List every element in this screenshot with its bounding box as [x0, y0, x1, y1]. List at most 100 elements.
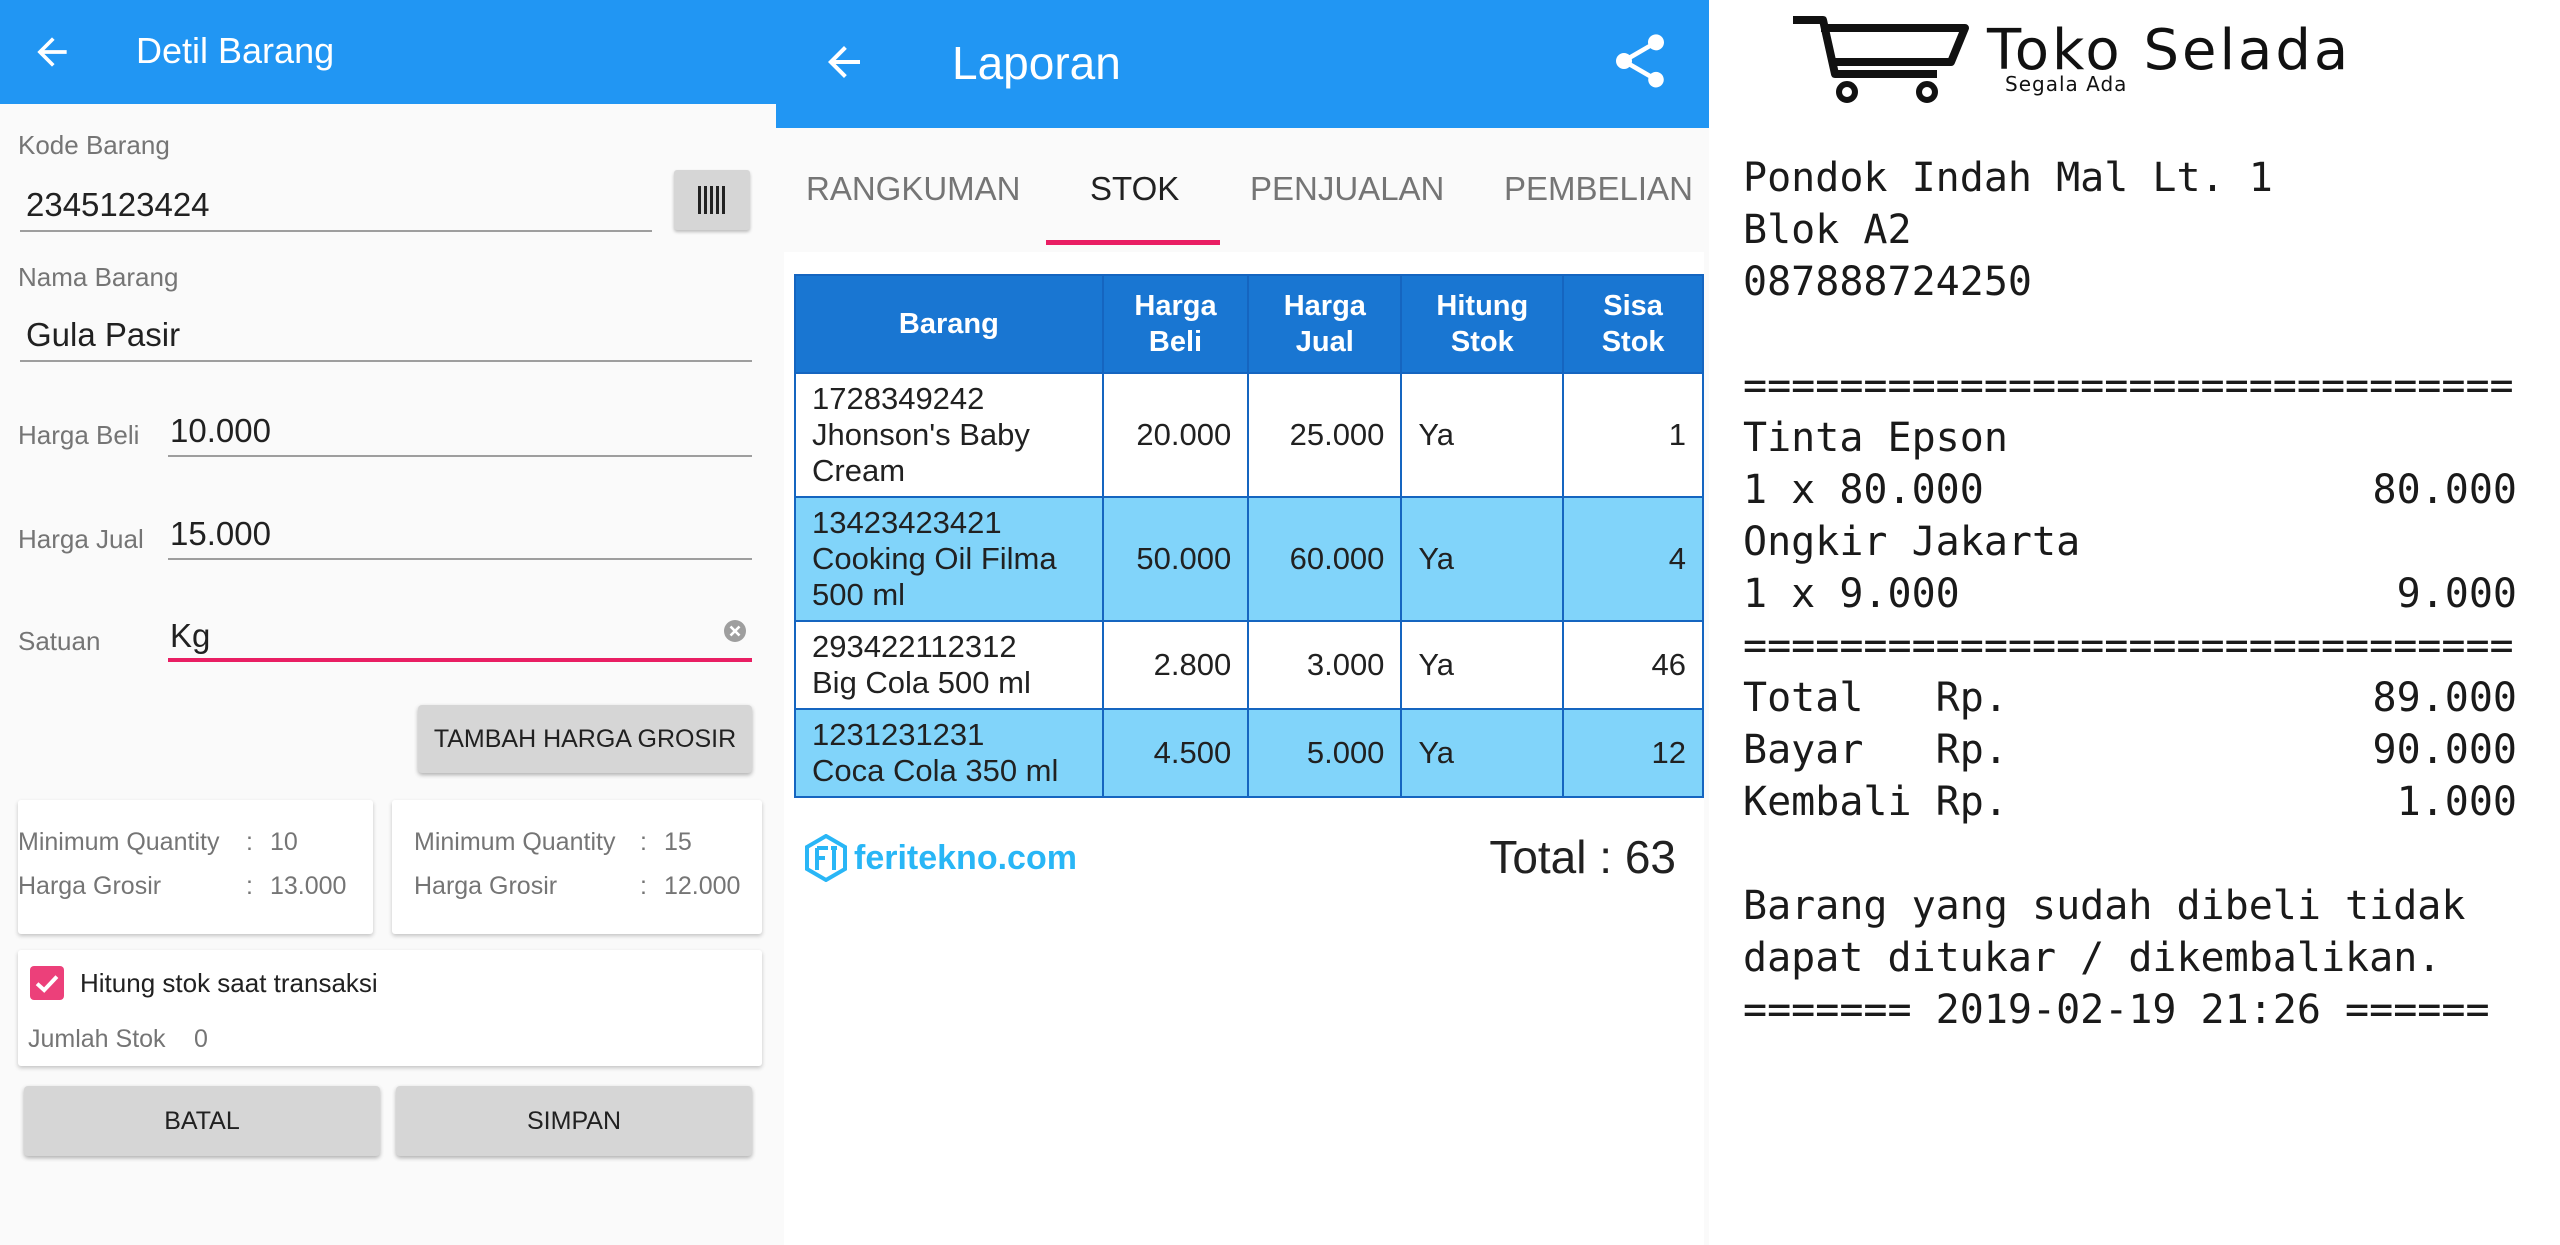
tab-pembelian[interactable]: PEMBELIAN	[1504, 170, 1693, 208]
feritekno-logo-icon	[805, 834, 847, 882]
grosir-harga-value: 12.000	[664, 872, 741, 900]
receipt-line-amount: 80.000	[2372, 467, 2518, 513]
header-text: Beli	[1148, 326, 1203, 358]
hitung-stok-checkbox[interactable]	[30, 966, 64, 1000]
receipt-line-amount: 89.000	[2372, 675, 2518, 721]
receipt-line: Blok A2	[1743, 204, 2517, 256]
item-name: Jhonson's Baby	[812, 417, 1030, 452]
tambah-harga-grosir-button[interactable]: TAMBAH HARGA GROSIR	[418, 705, 752, 773]
kode-barang-input[interactable]: 2345123424	[26, 186, 210, 224]
tab-stok[interactable]: STOK	[1090, 170, 1179, 208]
page-title: Detil Barang	[136, 30, 335, 71]
receipt-line: Bayar Rp. 90.000	[1743, 724, 2517, 776]
harga-jual-underline	[168, 558, 752, 560]
cell-harga-jual: 3.000	[1247, 620, 1403, 710]
receipt-line: dapat ditukar / dikembalikan.	[1743, 932, 2517, 984]
share-icon[interactable]	[1608, 26, 1672, 96]
simpan-button[interactable]: SIMPAN	[396, 1086, 752, 1156]
batal-button[interactable]: BATAL	[24, 1086, 380, 1156]
cell-barang: 1231231231 Coca Cola 350 ml	[794, 708, 1104, 798]
grosir-min-qty-row: Minimum Quantity : 10	[18, 828, 373, 858]
receipt-line: Pondok Indah Mal Lt. 1	[1743, 152, 2517, 204]
col-header-sisa-stok: Sisa Stok	[1562, 274, 1704, 374]
item-name: Big Cola 500 ml	[812, 665, 1031, 700]
hitung-stok-label[interactable]: Hitung stok saat transaksi	[80, 968, 378, 999]
barcode-icon	[698, 186, 725, 214]
table-header-row: Barang Harga Beli Harga Jual Hitung Stok Si…	[794, 274, 1704, 374]
arrow-back-icon[interactable]	[820, 36, 868, 88]
col-header-hitung-stok: Hitung Stok	[1400, 274, 1565, 374]
table-row[interactable]: 1231231231 Coca Cola 350 ml 4.500 5.000 Y…	[794, 708, 1704, 798]
receipt-line-text: dapat ditukar / dikembalikan.	[1743, 935, 2442, 981]
header-text: Stok	[1601, 326, 1665, 358]
kode-barang-underline	[20, 230, 652, 232]
grosir-min-qty-label: Minimum Quantity	[18, 828, 220, 856]
receipt-line-amount: 90.000	[2372, 727, 2518, 773]
cell-harga-jual: 25.000	[1247, 372, 1403, 498]
nama-barang-input[interactable]: Gula Pasir	[26, 316, 180, 354]
item-name: Cream	[812, 453, 906, 488]
cell-harga-jual: 5.000	[1247, 708, 1403, 798]
tab-rangkuman[interactable]: RANGKUMAN	[806, 170, 1021, 208]
item-code: 13423423421	[812, 505, 1002, 540]
cell-harga-jual: 60.000	[1247, 496, 1403, 622]
cell-hitung-stok: Ya	[1400, 496, 1565, 622]
store-tagline: Segala Ada	[2005, 72, 2128, 96]
nama-barang-underline	[20, 360, 752, 362]
satuan-label: Satuan	[18, 626, 101, 656]
cell-harga-beli: 50.000	[1101, 496, 1250, 622]
shopping-cart-icon	[1793, 16, 1969, 103]
item-code: 1231231231	[812, 717, 985, 752]
harga-beli-input[interactable]: 10.000	[170, 412, 271, 450]
page-title: Laporan	[952, 37, 1121, 89]
receipt-line: Total Rp. 89.000	[1743, 672, 2517, 724]
table-row[interactable]: 1728349242 Jhonson's Baby Cream 20.000 25.…	[794, 372, 1704, 498]
checkbox-icon	[35, 975, 59, 993]
brand-text: feritekno.com	[854, 838, 1077, 877]
harga-jual-input[interactable]: 15.000	[170, 515, 271, 553]
scan-barcode-button[interactable]	[674, 170, 750, 230]
header-text: Sisa	[1603, 290, 1663, 322]
clear-icon[interactable]	[723, 619, 747, 643]
satuan-underline-focused	[168, 658, 752, 662]
detil-barang-screen: Detil Barang Kode Barang 2345123424 Nama…	[0, 0, 776, 1245]
grosir-colon: :	[640, 872, 647, 900]
item-code: 1728349242	[812, 381, 985, 416]
grosir-harga-label: Harga Grosir	[414, 872, 558, 900]
cell-sisa-stok: 12	[1562, 708, 1704, 798]
cell-harga-beli: 20.000	[1101, 372, 1250, 498]
app-bar: Detil Barang	[0, 0, 776, 104]
grosir-colon: :	[246, 872, 253, 900]
harga-beli-label: Harga Beli	[18, 420, 140, 450]
receipt-line: 1 x 9.000 9.000	[1743, 568, 2517, 620]
jumlah-stok-label: Jumlah Stok	[28, 1025, 166, 1053]
arrow-back-icon[interactable]	[30, 28, 74, 76]
grosir-card-1[interactable]: Minimum Quantity : 10 Harga Grosir : 13.…	[18, 800, 373, 934]
receipt-print: Toko Selada Segala Ada Pondok Indah Mal …	[1709, 0, 2560, 1245]
cell-harga-beli: 4.500	[1101, 708, 1250, 798]
receipt-line: 087888724250	[1743, 256, 2517, 308]
receipt-line: ======= 2019-02-19 21:26 ======	[1743, 984, 2517, 1036]
table-row[interactable]: 13423423421 Cooking Oil Filma 500 ml 50.00…	[794, 496, 1704, 622]
receipt-line-text: Kembali Rp.	[1743, 779, 2008, 825]
harga-jual-label: Harga Jual	[18, 524, 144, 554]
receipt-line: ================================	[1743, 360, 2517, 412]
cell-sisa-stok: 46	[1562, 620, 1704, 710]
table-row[interactable]: 293422112312 Big Cola 500 ml 2.800 3.000 …	[794, 620, 1704, 710]
receipt-line-text: Ongkir Jakarta	[1743, 519, 2081, 565]
cell-barang: 13423423421 Cooking Oil Filma 500 ml	[794, 496, 1104, 622]
receipt-line-amount: 9.000	[2396, 571, 2517, 617]
col-header-harga-jual: Harga Jual	[1247, 274, 1403, 374]
satuan-input[interactable]: Kg	[170, 617, 210, 655]
tab-bar: RANGKUMAN STOK PENJUALAN PEMBELIAN	[776, 128, 1709, 252]
cell-hitung-stok: Ya	[1400, 620, 1565, 710]
cell-barang: 1728349242 Jhonson's Baby Cream	[794, 372, 1104, 498]
jumlah-stok-value: 0	[194, 1025, 208, 1053]
laporan-screen: Laporan RANGKUMAN STOK PENJUALAN PEMBELI…	[776, 0, 1709, 1245]
cell-hitung-stok: Ya	[1400, 708, 1565, 798]
total-stok: Total : 63	[1489, 831, 1676, 883]
tab-penjualan[interactable]: PENJUALAN	[1250, 170, 1444, 208]
grosir-card-2[interactable]: Minimum Quantity : 15 Harga Grosir : 12.…	[392, 800, 762, 934]
grosir-min-qty-value: 15	[664, 828, 692, 856]
header-text: Hitung	[1436, 290, 1529, 322]
